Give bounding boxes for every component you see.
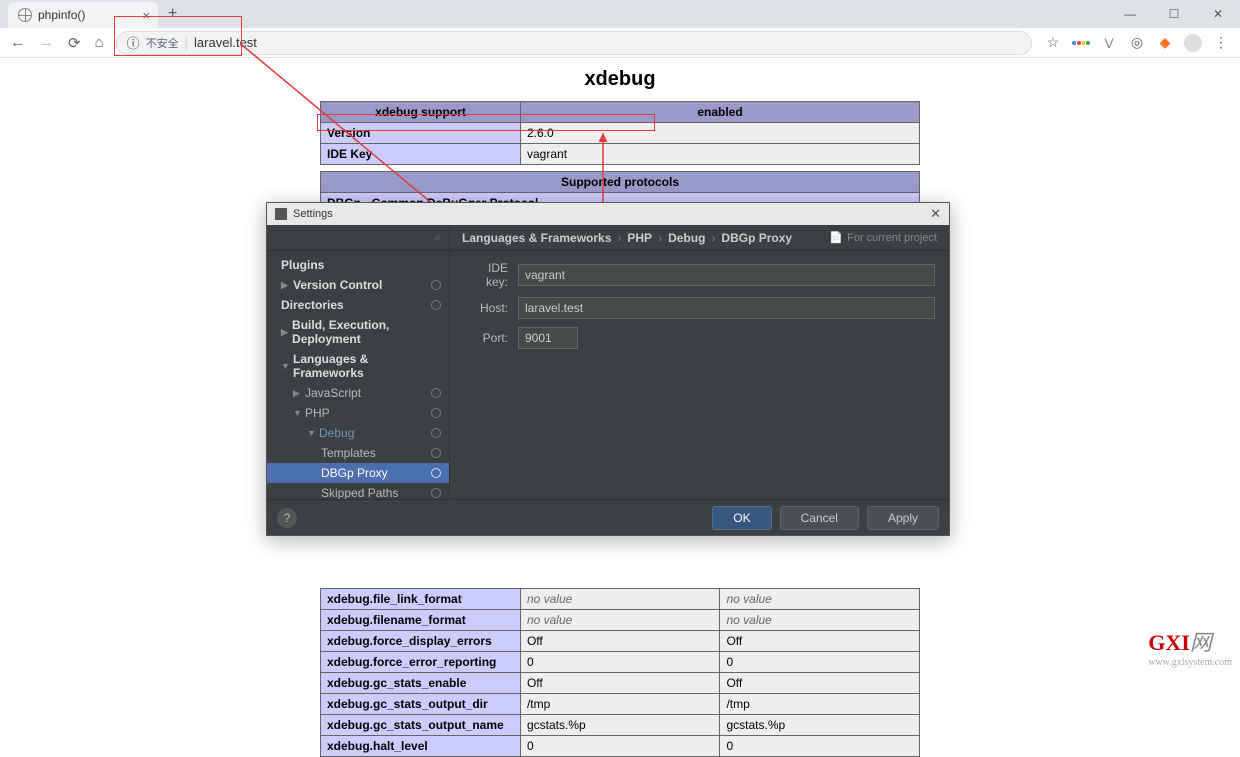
table-row: xdebug.filename_formatno valueno value (321, 610, 920, 631)
close-icon[interactable]: ✕ (1196, 0, 1240, 28)
google-icon[interactable] (1072, 34, 1090, 52)
tree-version-control[interactable]: ▶Version Control (267, 275, 449, 295)
tree-directories[interactable]: Directories (267, 295, 449, 315)
new-tab-button[interactable]: + (158, 5, 187, 23)
project-icon: 📄 (829, 231, 843, 244)
host-label: Host: (464, 301, 508, 315)
circle-icon[interactable]: ◎ (1128, 34, 1146, 52)
window-controls: — ☐ ✕ (1108, 0, 1240, 28)
settings-tree: Plugins ▶Version Control Directories ▶Bu… (267, 251, 449, 499)
table-row: xdebug.force_error_reporting00 (321, 652, 920, 673)
url-bar: ← → ⟳ ⌂ ⓘ 不安全 | laravel.test ☆ V ◎ ◆ ⋮ (0, 28, 1240, 58)
maximize-icon[interactable]: ☐ (1152, 0, 1196, 28)
close-icon[interactable]: ✕ (930, 206, 941, 222)
menu-icon[interactable]: ⋮ (1212, 34, 1230, 52)
tree-languages-frameworks[interactable]: ▼Languages & Frameworks (267, 349, 449, 383)
breadcrumb: Languages & Frameworks› PHP› Debug› DBGp… (450, 225, 949, 251)
port-label: Port: (464, 331, 508, 345)
gitlab-icon[interactable]: ◆ (1156, 34, 1174, 52)
table-row: xdebug.force_display_errorsOffOff (321, 631, 920, 652)
avatar[interactable] (1184, 34, 1202, 52)
browser-tab[interactable]: phpinfo() × (8, 2, 158, 28)
ide-key-label: IDE key: (464, 261, 508, 289)
search-input[interactable]: ⌕ (267, 225, 449, 251)
directive-table: xdebug.file_link_formatno valueno valuex… (320, 588, 920, 757)
reload-icon[interactable]: ⟳ (68, 34, 81, 52)
ok-button[interactable]: OK (712, 506, 771, 530)
security-label: 不安全 (146, 35, 179, 51)
dbgp-form: IDE key: Host: Port: (450, 251, 949, 367)
table-row: xdebug.gc_stats_output_namegcstats.%pgcs… (321, 715, 920, 736)
tree-dbgp-proxy[interactable]: DBGp Proxy (267, 463, 449, 483)
table-row: xdebug.file_link_formatno valueno value (321, 589, 920, 610)
settings-main: Languages & Frameworks› PHP› Debug› DBGp… (450, 225, 949, 499)
tree-templates[interactable]: Templates (267, 443, 449, 463)
close-icon[interactable]: × (142, 8, 150, 23)
watermark: GXI网 www.gxlsystem.com (1148, 625, 1232, 668)
settings-sidebar: ⌕ Plugins ▶Version Control Directories ▶… (267, 225, 450, 499)
forward-icon[interactable]: → (39, 34, 54, 51)
section-heading: xdebug (0, 68, 1240, 91)
apply-button[interactable]: Apply (867, 506, 939, 530)
star-icon[interactable]: ☆ (1044, 34, 1062, 52)
info-icon[interactable]: ⓘ (127, 33, 140, 52)
search-icon: ⌕ (434, 230, 441, 245)
tree-debug[interactable]: ▼Debug (267, 423, 449, 443)
table-row: xdebug.halt_level00 (321, 736, 920, 757)
minimize-icon[interactable]: — (1108, 0, 1152, 28)
tab-title: phpinfo() (38, 8, 85, 22)
tree-skipped-paths[interactable]: Skipped Paths (267, 483, 449, 499)
dialog-titlebar[interactable]: Settings ✕ (267, 203, 949, 225)
tree-plugins[interactable]: Plugins (267, 255, 449, 275)
address-bar[interactable]: ⓘ 不安全 | laravel.test (116, 31, 1032, 55)
tree-build[interactable]: ▶Build, Execution, Deployment (267, 315, 449, 349)
settings-icon (275, 208, 287, 220)
browser-tab-bar: phpinfo() × + — ☐ ✕ (0, 0, 1240, 28)
help-button[interactable]: ? (277, 508, 297, 528)
url-text: laravel.test (194, 35, 257, 50)
home-icon[interactable]: ⌂ (95, 34, 104, 51)
host-input[interactable] (518, 297, 935, 319)
table-row: xdebug.gc_stats_enableOffOff (321, 673, 920, 694)
globe-icon (18, 8, 32, 22)
dialog-footer: ? OK Cancel Apply (267, 499, 949, 535)
back-icon[interactable]: ← (10, 34, 25, 51)
table-row: xdebug.gc_stats_output_dir/tmp/tmp (321, 694, 920, 715)
tree-javascript[interactable]: ▶JavaScript (267, 383, 449, 403)
settings-dialog: Settings ✕ ⌕ Plugins ▶Version Control Di… (266, 202, 950, 536)
ide-key-input[interactable] (518, 264, 935, 286)
tree-php[interactable]: ▼PHP (267, 403, 449, 423)
vim-icon[interactable]: V (1100, 34, 1118, 52)
cancel-button[interactable]: Cancel (780, 506, 859, 530)
port-input[interactable] (518, 327, 578, 349)
dialog-title: Settings (293, 208, 333, 220)
support-table: xdebug supportenabled Version2.6.0 IDE K… (320, 101, 920, 165)
